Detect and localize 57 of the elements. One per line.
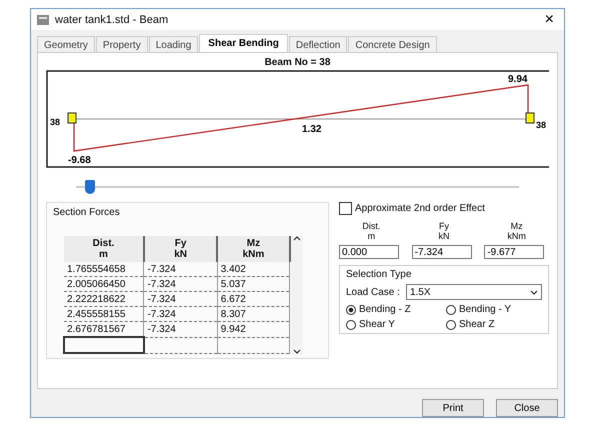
tab[interactable]: Shear Bending: [199, 34, 288, 52]
radio-option[interactable]: Bending - Y: [446, 304, 542, 316]
table-cell: -7.324: [144, 276, 218, 292]
column-header: Fy kN: [144, 236, 218, 262]
window-title: water tank1.std - Beam: [55, 14, 170, 26]
tab[interactable]: Property: [96, 36, 148, 52]
readout-label: Fy kN: [437, 221, 450, 242]
table-cell: 3.402: [217, 262, 290, 277]
scroll-up-icon[interactable]: [292, 236, 301, 242]
close-button[interactable]: ×: [540, 10, 558, 29]
table-cell: -7.324: [144, 292, 218, 307]
tab[interactable]: Loading: [148, 36, 198, 52]
tab[interactable]: Concrete Design: [348, 36, 437, 52]
scroll-down-icon[interactable]: [292, 349, 301, 354]
load-case-dropdown[interactable]: 1.5X: [406, 284, 542, 300]
load-case-label: Load Case :: [346, 286, 400, 298]
table-cell: 5.037: [217, 276, 290, 292]
table-cell: 2.005066450: [64, 276, 144, 292]
readout-label: Dist. m: [361, 221, 382, 242]
dialog-button[interactable]: Print: [422, 399, 484, 417]
support-icon: [68, 112, 76, 124]
beam-title: Beam No = 38: [264, 57, 332, 68]
table-cell: 2.455558155: [64, 306, 144, 322]
app-icon: [37, 14, 49, 25]
readout-field[interactable]: -7.324: [412, 245, 472, 260]
group-title: Selection Type: [346, 269, 412, 280]
table-cell: 8.307: [217, 306, 290, 322]
value-label: 9.94: [508, 74, 528, 86]
second-order-checkbox[interactable]: Approximate 2nd order Effect: [339, 202, 549, 216]
readout-field[interactable]: 0.000: [339, 245, 399, 260]
table-cell: -7.324: [144, 306, 218, 322]
radio-option[interactable]: Shear Z: [446, 319, 542, 330]
value-label: -9.68: [68, 155, 91, 166]
table-cell: -7.324: [144, 262, 218, 277]
radio-option[interactable]: Bending - Z: [346, 304, 442, 316]
table-cell: 2.222218622: [64, 292, 144, 307]
readout-field[interactable]: -9.677: [484, 245, 544, 260]
node-label: 38: [536, 120, 546, 130]
scroll-bar[interactable]: [290, 236, 303, 354]
table-cell: 6.672: [217, 292, 290, 307]
dialog-button[interactable]: Close: [496, 399, 558, 417]
table-cell[interactable]: [64, 337, 144, 354]
group-title: Section Forces: [53, 207, 121, 218]
radio-option[interactable]: Shear Y: [346, 319, 442, 330]
table-cell: 2.676781567: [64, 322, 144, 338]
table-cell: -7.324: [144, 322, 218, 338]
column-header: Dist. m: [64, 236, 144, 262]
column-header: Mz kNm: [217, 236, 290, 262]
tab[interactable]: Deflection: [288, 36, 348, 52]
table-cell: 1.765554658: [64, 262, 144, 277]
support-icon: [526, 112, 534, 124]
value-label: 1.32: [302, 124, 322, 136]
table-cell: 9.942: [217, 322, 290, 338]
slider-thumb[interactable]: [84, 180, 95, 194]
tab[interactable]: Geometry: [37, 36, 95, 52]
node-label: 38: [50, 117, 60, 128]
readout-label: Mz kNm: [506, 221, 527, 242]
